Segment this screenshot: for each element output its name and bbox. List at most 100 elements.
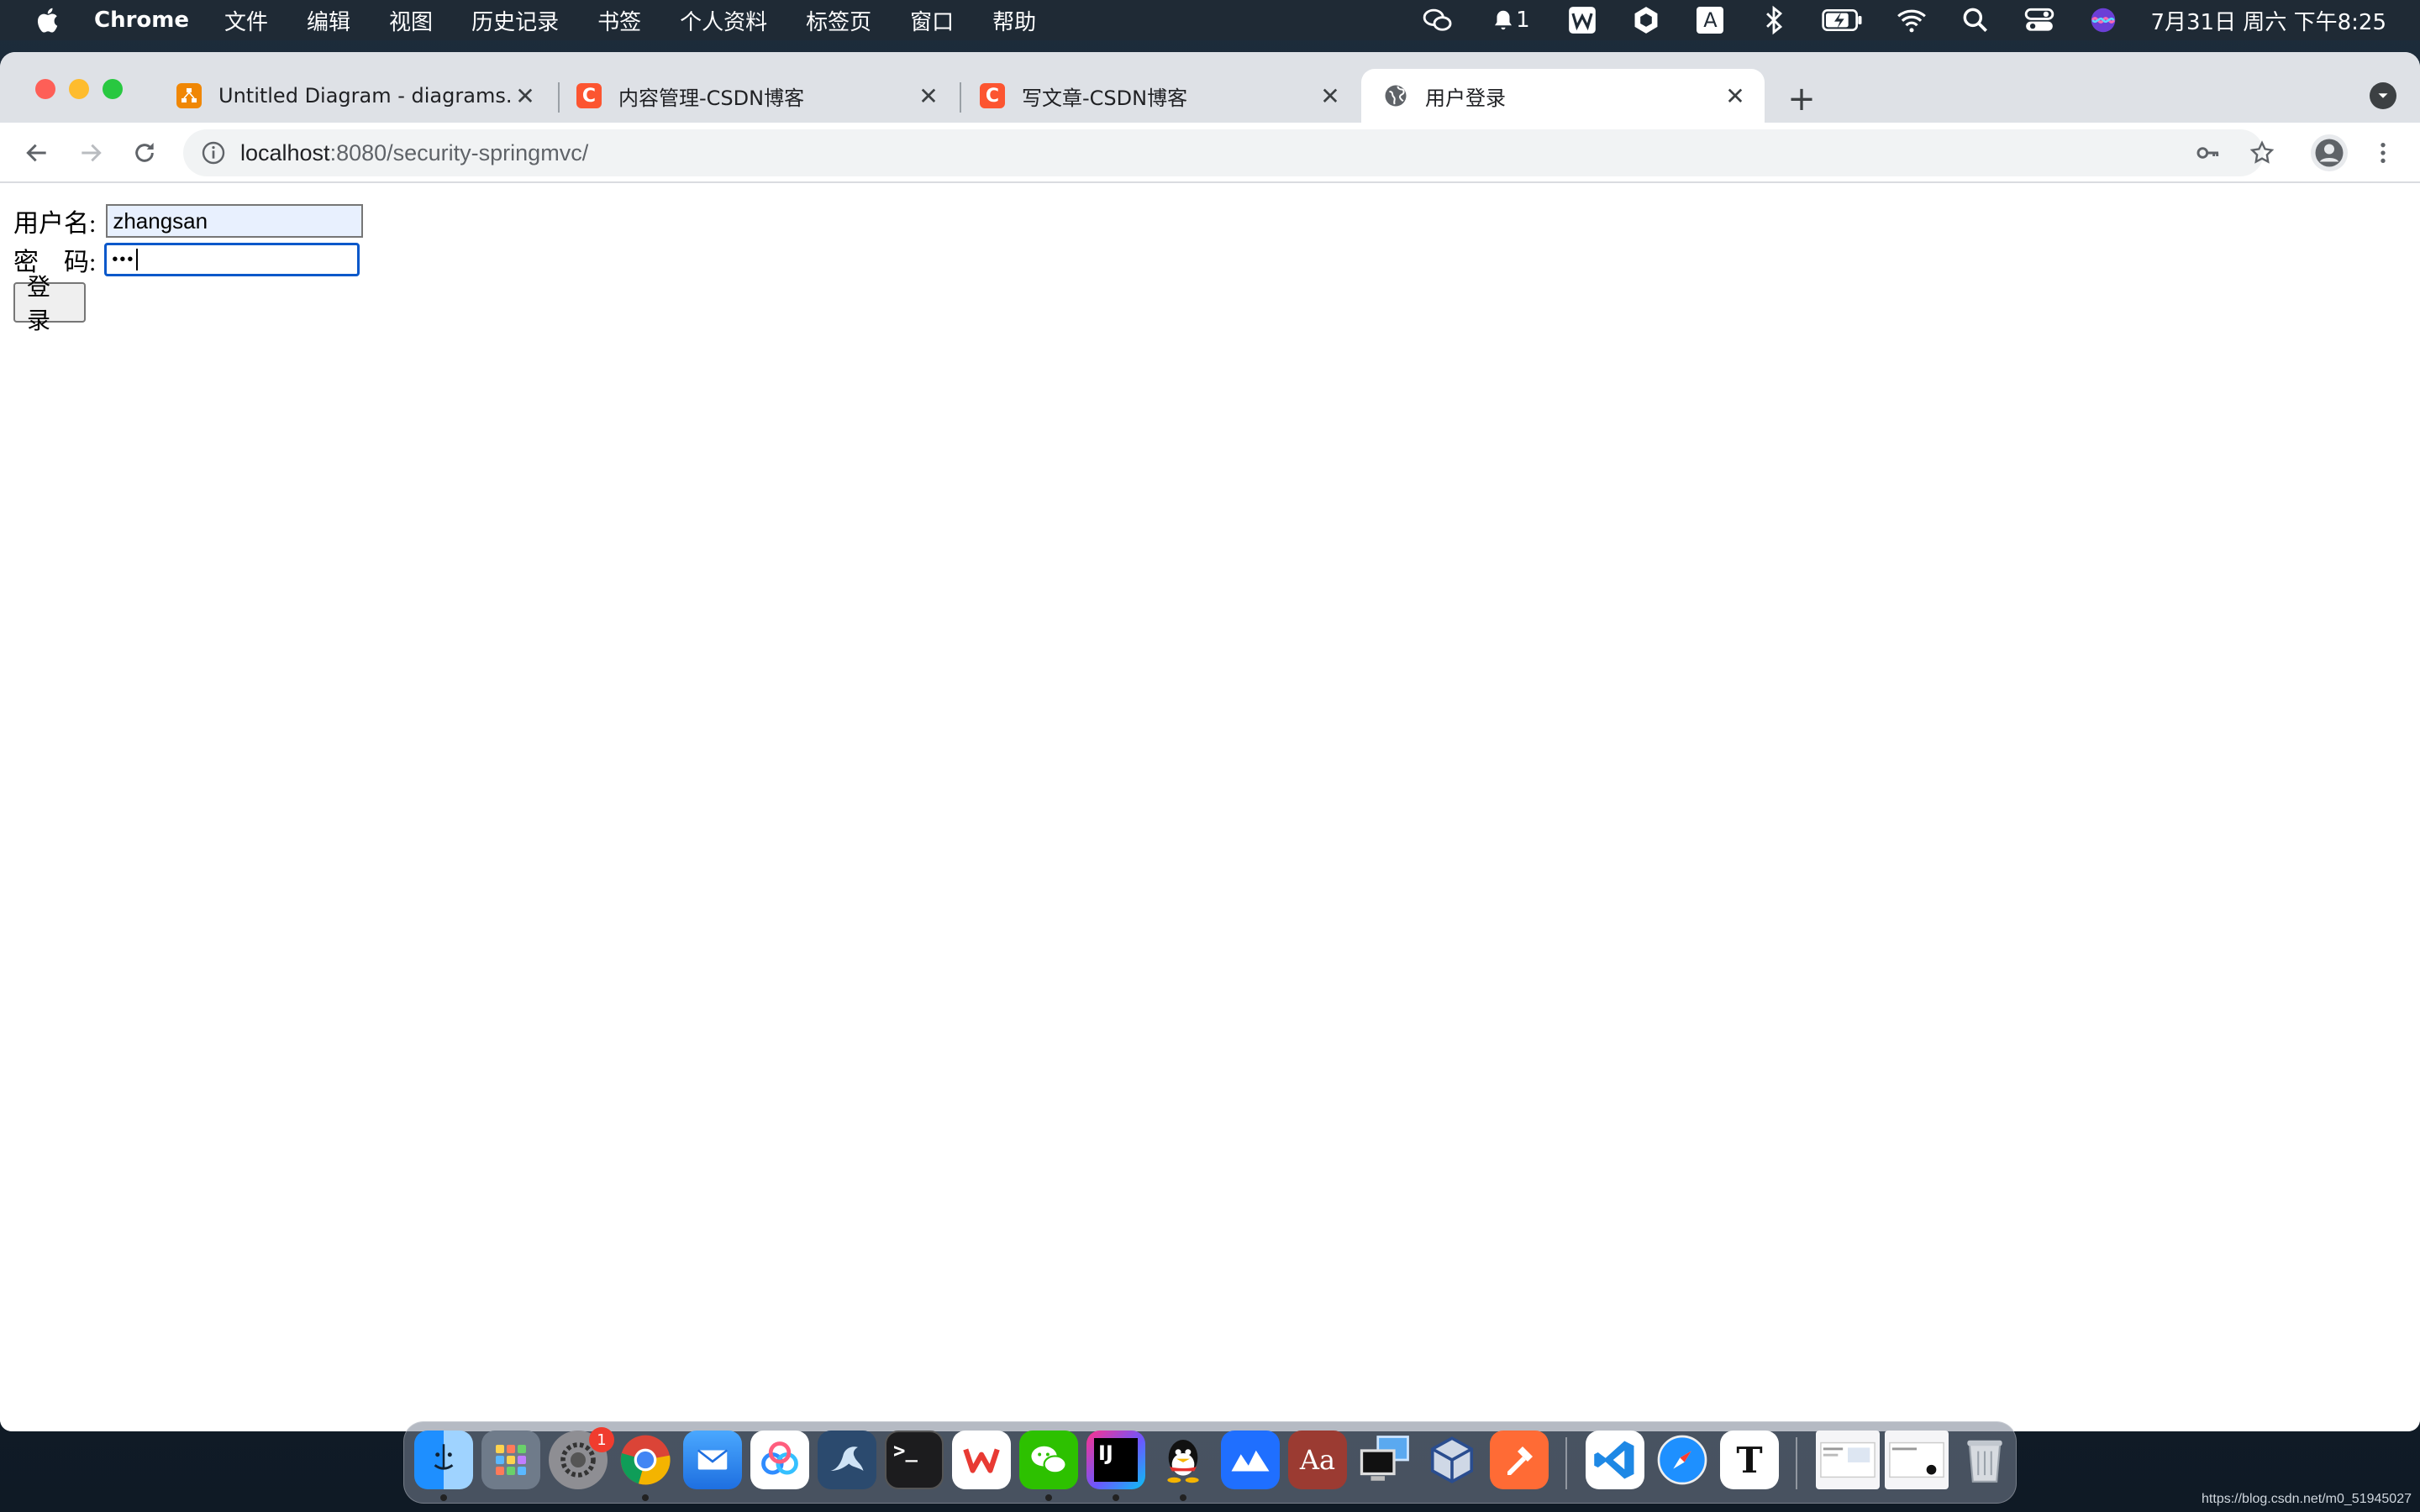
launchpad-icon[interactable] bbox=[481, 1431, 540, 1489]
baidu-netdisk-icon[interactable] bbox=[750, 1431, 809, 1489]
window-minimize-button[interactable] bbox=[69, 79, 89, 99]
bookmark-star-button[interactable] bbox=[2247, 138, 2277, 168]
dock-separator bbox=[1796, 1437, 1797, 1489]
dock: 1 >_ IJ Aa T bbox=[403, 1421, 2017, 1504]
lanhu-icon[interactable] bbox=[1221, 1431, 1280, 1489]
login-button[interactable]: 登录 bbox=[13, 275, 86, 334]
password-input[interactable]: ••• bbox=[104, 243, 360, 276]
mysql-workbench-icon[interactable] bbox=[818, 1431, 876, 1489]
recent-window-thumbnail[interactable] bbox=[1816, 1431, 1880, 1489]
running-indicator bbox=[1045, 1494, 1052, 1501]
window-close-button[interactable] bbox=[35, 79, 55, 99]
username-label: 用户名: bbox=[13, 210, 97, 238]
tab-close-icon[interactable]: ✕ bbox=[1318, 82, 1343, 110]
new-tab-button[interactable]: + bbox=[1785, 80, 1818, 118]
battery-icon[interactable] bbox=[1821, 3, 1865, 37]
input-source-icon[interactable]: A bbox=[1693, 3, 1727, 37]
tab-close-icon[interactable]: ✕ bbox=[916, 82, 941, 110]
arrow-left-icon bbox=[26, 144, 46, 162]
watermark-text: https://blog.csdn.net/m0_51945027 bbox=[2202, 1492, 2412, 1506]
qq-icon[interactable] bbox=[1154, 1431, 1213, 1489]
running-indicator bbox=[440, 1494, 447, 1501]
arrow-right-icon bbox=[82, 144, 102, 162]
tab-content-manage[interactable]: C 内容管理-CSDN博客 ✕ bbox=[560, 69, 958, 123]
menu-history[interactable]: 历史记录 bbox=[471, 5, 559, 36]
tab-close-icon[interactable]: ✕ bbox=[513, 82, 538, 110]
menu-tabs[interactable]: 标签页 bbox=[806, 5, 871, 36]
chrome-menu-button[interactable] bbox=[2368, 138, 2398, 168]
chrome-window: Untitled Diagram - diagrams.net ✕ C 内容管理… bbox=[0, 52, 2420, 1431]
key-icon bbox=[2196, 147, 2219, 159]
apple-icon[interactable] bbox=[34, 5, 64, 35]
typora-label: T bbox=[1736, 1439, 1763, 1481]
control-center-icon[interactable] bbox=[2023, 3, 2056, 37]
finder-icon[interactable] bbox=[414, 1431, 473, 1489]
recent-window-thumbnail[interactable] bbox=[1885, 1431, 1949, 1489]
browser-toolbar: localhost:8080/security-springmvc/ bbox=[0, 123, 2420, 183]
siri-icon[interactable] bbox=[2086, 3, 2120, 37]
running-indicator bbox=[1113, 1494, 1119, 1501]
menu-bookmarks[interactable]: 书签 bbox=[597, 5, 641, 36]
diagrams-icon bbox=[176, 83, 202, 108]
app-name-menu[interactable]: Chrome bbox=[94, 8, 189, 33]
menu-view[interactable]: 视图 bbox=[389, 5, 433, 36]
forward-button[interactable] bbox=[76, 138, 106, 168]
typora-icon[interactable]: T bbox=[1720, 1431, 1779, 1489]
url-text: localhost:8080/security-springmvc/ bbox=[240, 140, 588, 166]
running-indicator bbox=[1180, 1494, 1186, 1501]
tab-diagrams[interactable]: Untitled Diagram - diagrams.net ✕ bbox=[156, 69, 555, 123]
menu-window[interactable]: 窗口 bbox=[910, 5, 954, 36]
menu-edit[interactable]: 编辑 bbox=[307, 5, 350, 36]
intellij-label: IJ bbox=[1094, 1438, 1138, 1482]
avatar-icon bbox=[2315, 139, 2344, 167]
url-path: :8080/security-springmvc/ bbox=[329, 139, 589, 165]
chrome-icon[interactable] bbox=[616, 1431, 675, 1489]
vpn-hexagon-icon[interactable] bbox=[1629, 3, 1663, 37]
wps-office-icon[interactable] bbox=[952, 1431, 1011, 1489]
globe-icon bbox=[1383, 83, 1408, 108]
menu-clock[interactable]: 7月31日 周六 下午8:25 bbox=[2150, 5, 2386, 36]
wifi-icon[interactable] bbox=[1895, 3, 1928, 37]
tab-close-icon[interactable]: ✕ bbox=[1723, 82, 1748, 110]
screen-sharing-icon[interactable] bbox=[1355, 1431, 1414, 1489]
spotlight-search-icon[interactable] bbox=[1959, 3, 1992, 37]
tab-title: 用户登录 bbox=[1425, 86, 1506, 110]
mail-icon[interactable] bbox=[683, 1431, 742, 1489]
status-tray: 1 A 7月31日 周六 下午8:25 bbox=[1421, 0, 2386, 40]
trash-icon[interactable] bbox=[1955, 1431, 2014, 1489]
bluetooth-icon[interactable] bbox=[1757, 3, 1791, 37]
tab-title: 写文章-CSDN博客 bbox=[1022, 86, 1188, 110]
window-zoom-button[interactable] bbox=[103, 79, 123, 99]
vscode-icon[interactable] bbox=[1586, 1431, 1644, 1489]
input-source-label: A bbox=[1697, 7, 1724, 34]
safari-icon[interactable] bbox=[1653, 1431, 1712, 1489]
back-button[interactable] bbox=[22, 138, 52, 168]
info-icon[interactable] bbox=[200, 139, 227, 166]
menu-profiles[interactable]: 个人资料 bbox=[680, 5, 767, 36]
username-row: 用户名: zhangsan bbox=[13, 202, 364, 240]
tab-write-article[interactable]: C 写文章-CSDN博客 ✕ bbox=[961, 69, 1360, 123]
notification-bell-icon[interactable]: 1 bbox=[1485, 3, 1535, 37]
menu-file[interactable]: 文件 bbox=[224, 5, 268, 36]
profile-button[interactable] bbox=[2311, 134, 2348, 171]
username-input[interactable]: zhangsan bbox=[106, 204, 364, 238]
tab-search-button[interactable] bbox=[2370, 82, 2396, 109]
wechat-tray-icon[interactable] bbox=[1421, 3, 1455, 37]
menu-help[interactable]: 帮助 bbox=[992, 5, 1036, 36]
intellij-idea-icon[interactable]: IJ bbox=[1086, 1431, 1145, 1489]
dictionary-icon[interactable]: Aa bbox=[1288, 1431, 1347, 1489]
reload-button[interactable] bbox=[129, 138, 160, 168]
wechat-icon[interactable] bbox=[1019, 1431, 1078, 1489]
url-host: localhost bbox=[240, 139, 330, 165]
password-key-button[interactable] bbox=[2193, 138, 2223, 168]
csdn-icon: C bbox=[576, 83, 602, 108]
csdn-icon: C bbox=[980, 83, 1005, 108]
tab-user-login[interactable]: 用户登录 ✕ bbox=[1361, 69, 1765, 123]
wps-tray-icon[interactable] bbox=[1565, 3, 1599, 37]
postman-icon[interactable] bbox=[1490, 1431, 1549, 1489]
terminal-icon[interactable]: >_ bbox=[885, 1431, 944, 1489]
virtualbox-icon[interactable] bbox=[1423, 1431, 1481, 1489]
star-icon bbox=[2249, 140, 2275, 164]
system-preferences-icon[interactable]: 1 bbox=[549, 1427, 614, 1489]
address-bar[interactable]: localhost:8080/security-springmvc/ bbox=[183, 129, 2264, 176]
